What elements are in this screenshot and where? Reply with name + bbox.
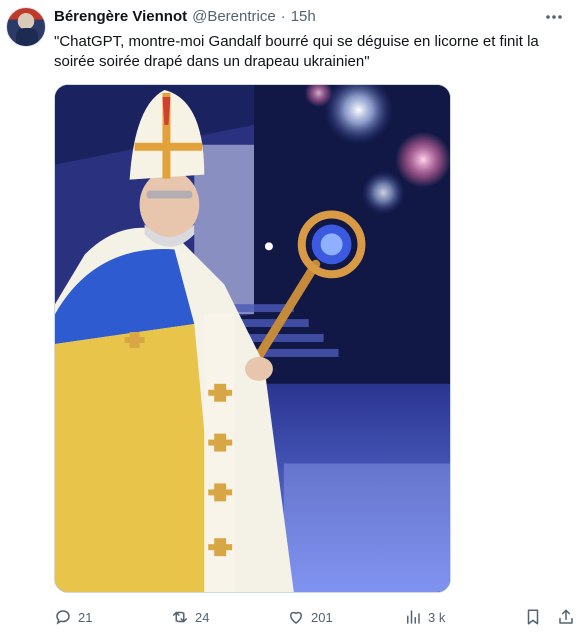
tweet-card[interactable]: Bérengère Viennot @Berentrice · 15h "Cha… xyxy=(0,0,579,638)
author-name[interactable]: Bérengère Viennot xyxy=(54,8,187,26)
share-button[interactable] xyxy=(557,606,575,628)
views-chart-icon xyxy=(407,610,420,624)
tweet-media-image[interactable] xyxy=(54,84,451,593)
retweet-count: 24 xyxy=(195,609,210,625)
more-options-button[interactable] xyxy=(541,6,567,28)
heart-icon xyxy=(290,611,302,624)
like-button[interactable]: 201 xyxy=(287,606,333,628)
reply-icon xyxy=(56,610,70,625)
bookmark-button[interactable] xyxy=(524,606,542,628)
retweet-button[interactable]: 24 xyxy=(171,606,209,628)
reply-count: 21 xyxy=(78,609,93,625)
tweet-header: Bérengère Viennot @Berentrice · 15h xyxy=(54,8,316,26)
tweet-timestamp[interactable]: 15h xyxy=(291,8,316,26)
tweet-actions-bar: 21 24 201 3 k xyxy=(54,606,573,628)
header-separator: · xyxy=(280,8,286,25)
bookmark-icon xyxy=(527,609,539,625)
tweet-text: "ChatGPT, montre-moi Gandalf bourré qui … xyxy=(54,33,543,70)
reply-button[interactable]: 21 xyxy=(54,606,92,628)
author-avatar[interactable] xyxy=(6,7,46,47)
bishop-scene-illustration xyxy=(55,85,450,592)
author-handle[interactable]: @Berentrice xyxy=(192,8,276,26)
views-button[interactable]: 3 k xyxy=(404,606,445,628)
like-count: 201 xyxy=(311,609,333,625)
more-dots-icon xyxy=(546,15,562,19)
retweet-icon xyxy=(172,611,188,623)
views-count: 3 k xyxy=(428,609,446,625)
share-icon xyxy=(559,609,573,624)
